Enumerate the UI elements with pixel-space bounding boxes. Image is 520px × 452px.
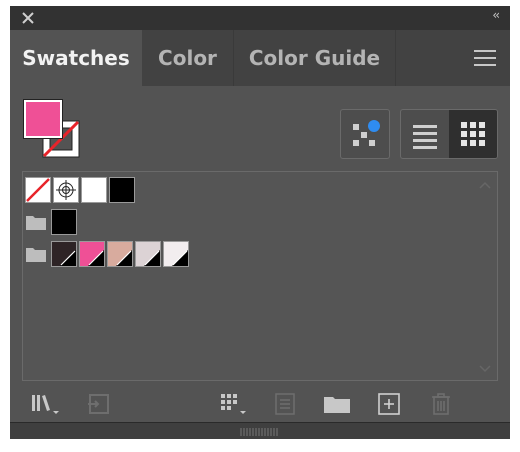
tab-color[interactable]: Color (142, 30, 234, 86)
none-swatch-icon (26, 178, 50, 202)
place-swatches-icon[interactable] (86, 391, 112, 417)
spot-color-corner-icon (60, 250, 76, 266)
trash-icon[interactable] (428, 391, 454, 417)
double-chevron-left-icon[interactable]: ‹‹ (492, 8, 499, 22)
swatch-color[interactable] (79, 241, 105, 267)
swatch-color[interactable] (51, 241, 77, 267)
grid-view-icon (461, 122, 485, 146)
swatch-grid (22, 171, 498, 381)
swatch-registration[interactable] (53, 177, 79, 203)
spot-color-corner-icon (144, 250, 160, 266)
tab-color-guide[interactable]: Color Guide (234, 30, 396, 86)
swatch-color[interactable] (109, 177, 135, 203)
new-color-group-icon[interactable] (322, 391, 352, 417)
swatch-options-icon[interactable] (272, 391, 298, 417)
swatch-none[interactable] (25, 177, 51, 203)
spot-color-corner-icon (116, 250, 132, 266)
panel-title-bar: ‹‹ (10, 6, 510, 30)
grip-icon (240, 428, 278, 436)
swatch-color[interactable] (107, 241, 133, 267)
swatch-libraries-menu-icon[interactable] (30, 391, 66, 417)
swatch-color[interactable] (51, 209, 77, 235)
color-group-folder-icon[interactable] (25, 245, 47, 263)
spot-color-corner-icon (172, 250, 188, 266)
show-swatch-kinds-menu-icon[interactable] (218, 391, 254, 417)
hamburger-menu-icon[interactable] (474, 50, 496, 66)
swatch-color[interactable] (135, 241, 161, 267)
swatches-panel: ‹‹ Swatches Color Color Guide (10, 6, 510, 439)
list-view-icon (413, 125, 437, 149)
list-view-button[interactable] (401, 110, 448, 158)
show-swatch-kinds-icon (353, 120, 380, 146)
spot-color-corner-icon (88, 250, 104, 266)
tab-swatches[interactable]: Swatches (10, 30, 142, 86)
swatch-color[interactable] (81, 177, 107, 203)
color-group-folder-icon[interactable] (25, 213, 47, 231)
close-icon[interactable] (20, 10, 36, 26)
scroll-down-icon[interactable] (479, 364, 491, 374)
registration-target-icon (56, 180, 76, 200)
fill-swatch[interactable] (23, 99, 63, 139)
show-swatch-kinds-button[interactable] (340, 109, 390, 159)
tab-bar: Swatches Color Color Guide (10, 30, 510, 86)
scroll-up-icon[interactable] (479, 180, 491, 190)
grid-view-button[interactable] (449, 110, 497, 158)
resize-grip[interactable] (10, 422, 510, 439)
swatch-color[interactable] (163, 241, 189, 267)
new-swatch-icon[interactable] (376, 391, 402, 417)
bottom-toolbar (10, 383, 510, 423)
